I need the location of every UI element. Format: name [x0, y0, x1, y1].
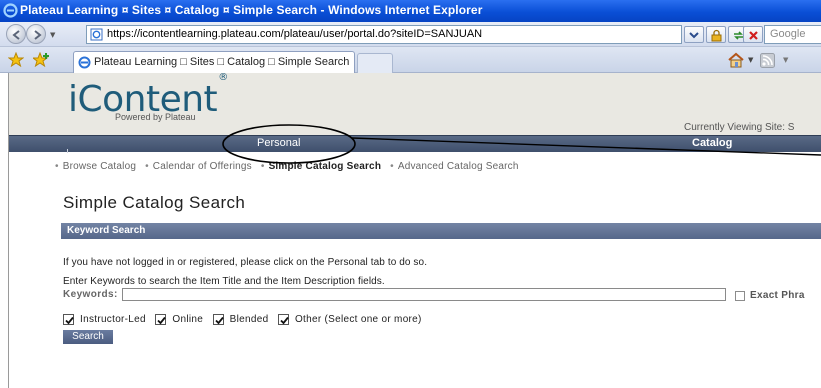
checkmark-icon [157, 316, 167, 324]
page-icon [90, 28, 103, 41]
subnav-bullet: • [55, 161, 59, 172]
star-icon[interactable] [8, 52, 24, 67]
instructor-led-checkbox[interactable] [63, 313, 74, 325]
address-bar[interactable]: https://icontentlearning.plateau.com/pla… [86, 25, 682, 44]
subnav-simple-catalog-search[interactable]: Simple Catalog Search [269, 161, 382, 172]
keywords-input[interactable] [122, 288, 726, 301]
lock-icon [711, 29, 722, 42]
subnav-advanced-catalog-search[interactable]: Advanced Catalog Search [398, 161, 519, 172]
tab-personal[interactable]: Personal [257, 137, 300, 149]
stop-icon [749, 31, 758, 40]
subnav-bullet: • [260, 161, 265, 172]
catalog-subnav: • Browse Catalog • Calendar of Offerings •… [55, 161, 525, 172]
search-button[interactable]: Search [63, 330, 113, 344]
tab-label: Plateau Learning □ Sites □ Catalog □ Sim… [94, 56, 350, 68]
add-favorite-icon[interactable] [33, 52, 51, 67]
keywords-instructions: Enter Keywords to search the Item Title … [63, 276, 385, 287]
online-label: Online [172, 313, 204, 325]
window-title: Plateau Learning ¤ Sites ¤ Catalog ¤ Sim… [20, 3, 483, 17]
search-placeholder: Google [770, 28, 806, 40]
subnav-browse-catalog[interactable]: Browse Catalog [63, 161, 136, 172]
back-button[interactable] [6, 24, 26, 44]
checkmark-icon [280, 316, 289, 324]
back-arrow-icon [12, 30, 20, 40]
blended-label: Blended [229, 313, 269, 325]
window-title-bar: Plateau Learning ¤ Sites ¤ Catalog ¤ Sim… [0, 0, 821, 22]
site-header: iContent® Powered by Plateau Currently V… [9, 72, 821, 135]
blended-checkbox[interactable] [212, 313, 224, 325]
page-content: iContent® Powered by Plateau Currently V… [8, 72, 821, 388]
powered-by-text: Powered by Plateau [115, 112, 196, 122]
browser-search-input[interactable]: Google [764, 25, 821, 44]
other-label: Other (Select one or more) [294, 313, 422, 325]
keyword-search-header: Keyword Search [61, 223, 821, 239]
ie-icon [3, 3, 18, 18]
subnav-bullet: • [145, 161, 149, 172]
other-checkbox[interactable] [277, 313, 289, 325]
online-checkbox[interactable] [155, 313, 167, 325]
checkmark-icon [65, 316, 74, 324]
subnav-calendar-of-offerings[interactable]: Calendar of Offerings [153, 161, 252, 172]
home-icon[interactable] [727, 52, 745, 68]
exact-phrase-checkbox[interactable] [735, 291, 745, 301]
instructor-led-label: Instructor-Led [80, 313, 146, 325]
forward-button[interactable] [26, 24, 46, 44]
recent-pages-dropdown[interactable]: ▼ [50, 31, 55, 39]
page-title: Simple Catalog Search [63, 193, 246, 212]
tab-simple-search[interactable]: Plateau Learning □ Sites □ Catalog □ Sim… [73, 51, 355, 73]
exact-phrase-label: Exact Phra [750, 290, 805, 301]
ie-icon [78, 56, 91, 69]
stop-button[interactable] [743, 26, 763, 43]
home-dropdown[interactable]: ▼ [748, 56, 753, 64]
address-text: https://icontentlearning.plateau.com/pla… [107, 28, 483, 40]
section-title: Keyword Search [67, 225, 146, 236]
tab-catalog[interactable]: Catalog [692, 137, 732, 149]
registered-mark: ® [218, 72, 228, 83]
address-toolbar: ▼ https://icontentlearning.plateau.com/p… [0, 22, 821, 47]
security-lock-button[interactable] [706, 26, 726, 43]
forward-arrow-icon [34, 30, 42, 40]
login-note: If you have not logged in or registered,… [63, 257, 428, 268]
feeds-icon[interactable] [760, 53, 775, 68]
checkmark-icon [214, 316, 224, 324]
new-tab-button[interactable] [357, 53, 393, 73]
keywords-label: Keywords: [63, 289, 118, 300]
address-dropdown-button[interactable] [684, 26, 704, 43]
main-nav-bar: Personal Catalog [9, 135, 821, 153]
current-site-text: Currently Viewing Site: S [684, 122, 795, 133]
delivery-type-checkboxes: Instructor-Led Online Blended Other (Sel… [63, 312, 428, 326]
feeds-dropdown[interactable]: ▼ [783, 56, 788, 64]
chevron-down-icon [689, 32, 699, 39]
subnav-bullet: • [390, 161, 394, 172]
nav-divider [67, 149, 68, 153]
tab-toolbar: Plateau Learning □ Sites □ Catalog □ Sim… [0, 47, 821, 73]
